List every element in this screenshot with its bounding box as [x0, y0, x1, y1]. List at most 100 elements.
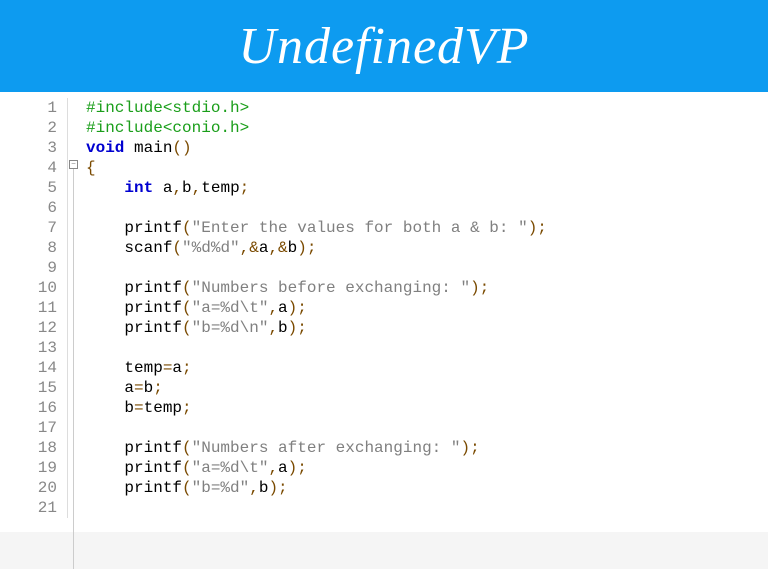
code-token: #include<stdio.h>: [86, 99, 249, 117]
code-token: ;: [153, 379, 163, 397]
line-number: 13: [0, 338, 57, 358]
code-token: (): [172, 139, 191, 157]
code-token: [86, 179, 124, 197]
line-number: 2: [0, 118, 57, 138]
code-token: "Numbers after exchanging: ": [192, 439, 461, 457]
code-token: ,&: [240, 239, 259, 257]
code-token: );: [460, 439, 479, 457]
code-token: );: [288, 319, 307, 337]
code-token: "a=%d\t": [192, 459, 269, 477]
code-token: [86, 239, 124, 257]
code-line: [86, 498, 547, 518]
code-line: {: [86, 158, 547, 178]
code-line: printf("a=%d\t",a);: [86, 298, 547, 318]
code-token: [86, 219, 124, 237]
code-token: );: [297, 239, 316, 257]
code-token: a: [259, 239, 269, 257]
code-token: temp: [124, 359, 162, 377]
code-line: #include<stdio.h>: [86, 98, 547, 118]
line-number: 3: [0, 138, 57, 158]
code-token: temp: [144, 399, 182, 417]
code-token: (: [182, 319, 192, 337]
code-token: [86, 379, 124, 397]
code-line: [86, 198, 547, 218]
code-line: printf("Numbers after exchanging: ");: [86, 438, 547, 458]
code-token: printf: [124, 219, 182, 237]
line-number: 15: [0, 378, 57, 398]
code-token: #include<conio.h>: [86, 119, 249, 137]
code-token: "%d%d": [182, 239, 240, 257]
code-editor: 123456789101112131415161718192021 − #inc…: [0, 92, 768, 518]
code-token: );: [528, 219, 547, 237]
fold-guide-line: [73, 169, 74, 569]
code-line: a=b;: [86, 378, 547, 398]
code-line: printf("b=%d",b);: [86, 478, 547, 498]
line-number: 12: [0, 318, 57, 338]
code-token: temp: [201, 179, 239, 197]
code-token: "b=%d\n": [192, 319, 269, 337]
code-token: a: [278, 459, 288, 477]
code-token: (: [172, 239, 182, 257]
code-token: [153, 179, 163, 197]
code-token: [86, 479, 124, 497]
line-number: 6: [0, 198, 57, 218]
app-window: UndefinedVP 1234567891011121314151617181…: [0, 0, 768, 532]
code-token: ;: [182, 359, 192, 377]
code-token: b: [288, 239, 298, 257]
code-token: (: [182, 479, 192, 497]
code-token: [86, 279, 124, 297]
line-number-gutter: 123456789101112131415161718192021: [0, 98, 68, 518]
fold-toggle-icon[interactable]: −: [69, 160, 78, 169]
code-token: );: [470, 279, 489, 297]
line-number: 16: [0, 398, 57, 418]
code-token: a: [124, 379, 134, 397]
code-token: void: [86, 139, 124, 157]
code-line: printf("Enter the values for both a & b:…: [86, 218, 547, 238]
code-token: b: [278, 319, 288, 337]
line-number: 18: [0, 438, 57, 458]
code-area[interactable]: #include<stdio.h> #include<conio.h> void m…: [82, 98, 547, 518]
title-banner: UndefinedVP: [0, 0, 768, 92]
code-token: printf: [124, 439, 182, 457]
code-token: (: [182, 279, 192, 297]
code-token: printf: [124, 299, 182, 317]
code-token: (: [182, 219, 192, 237]
code-line: int a,b,temp;: [86, 178, 547, 198]
code-token: ,: [172, 179, 182, 197]
line-number: 21: [0, 498, 57, 518]
code-line: [86, 418, 547, 438]
code-token: "b=%d": [192, 479, 250, 497]
code-token: b: [259, 479, 269, 497]
code-token: [86, 439, 124, 457]
line-number: 19: [0, 458, 57, 478]
code-token: ,: [192, 179, 202, 197]
code-token: a: [172, 359, 182, 377]
code-token: printf: [124, 279, 182, 297]
line-number: 1: [0, 98, 57, 118]
code-token: b: [124, 399, 134, 417]
code-token: printf: [124, 459, 182, 477]
code-token: ,: [268, 459, 278, 477]
code-token: [86, 319, 124, 337]
title-text: UndefinedVP: [238, 17, 529, 76]
code-token: main: [134, 139, 172, 157]
line-number: 14: [0, 358, 57, 378]
code-line: [86, 258, 547, 278]
code-token: a: [278, 299, 288, 317]
code-token: "Numbers before exchanging: ": [192, 279, 470, 297]
line-number: 20: [0, 478, 57, 498]
code-token: ,: [268, 299, 278, 317]
code-token: scanf: [124, 239, 172, 257]
code-token: int: [124, 179, 153, 197]
line-number: 7: [0, 218, 57, 238]
code-token: ,&: [268, 239, 287, 257]
code-token: ,: [249, 479, 259, 497]
line-number: 17: [0, 418, 57, 438]
code-token: a: [163, 179, 173, 197]
code-token: ,: [268, 319, 278, 337]
code-line: printf("a=%d\t",a);: [86, 458, 547, 478]
code-token: =: [134, 379, 144, 397]
line-number: 5: [0, 178, 57, 198]
code-line: b=temp;: [86, 398, 547, 418]
code-line: printf("b=%d\n",b);: [86, 318, 547, 338]
